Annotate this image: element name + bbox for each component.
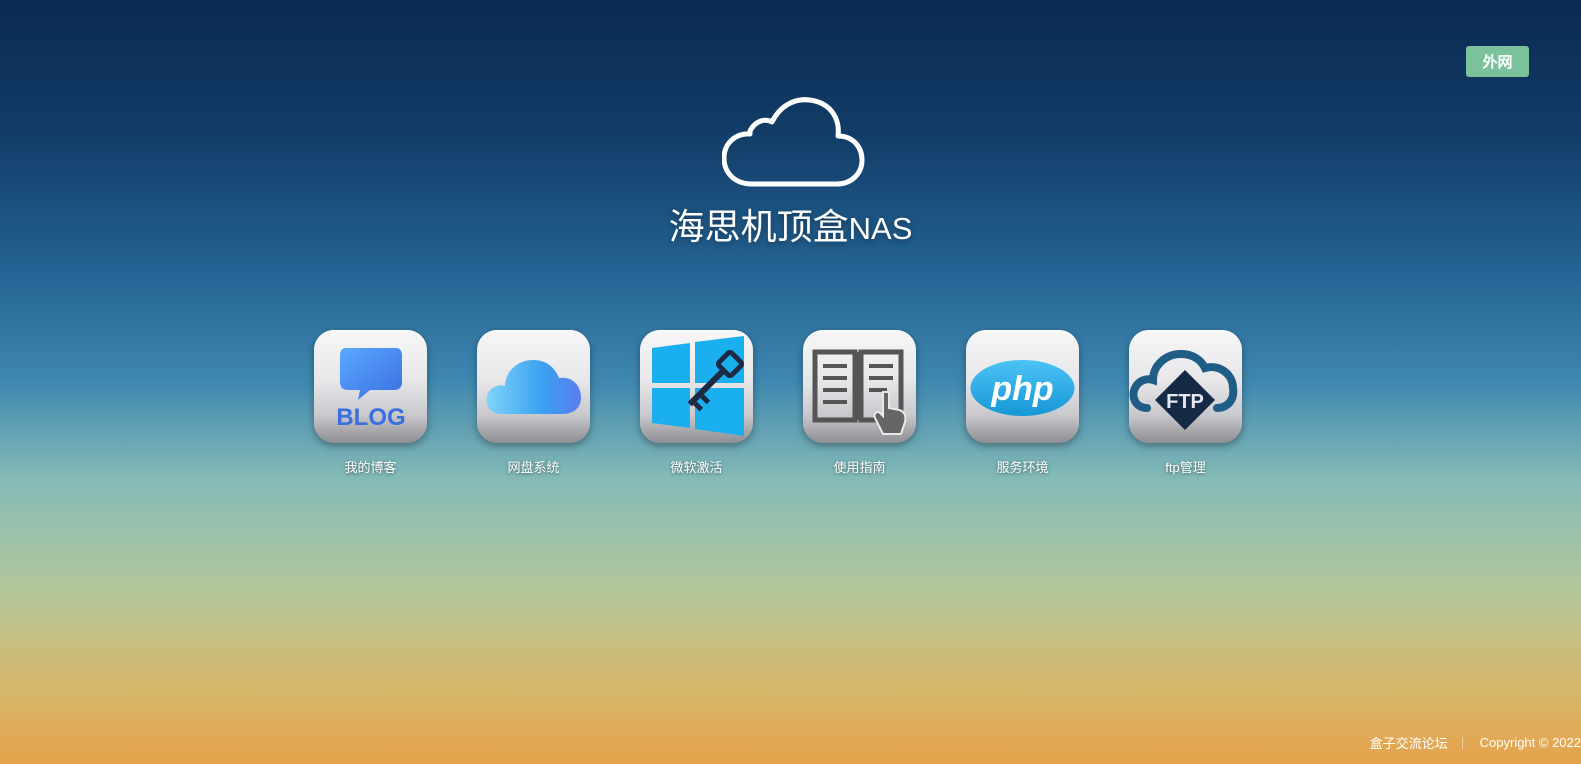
ftp-cloud-icon: FTP	[1129, 349, 1238, 430]
app-ftp[interactable]: FTP ftp管理	[1129, 330, 1242, 476]
blog-icon: BLOG	[336, 348, 406, 431]
app-label: 服务环境	[996, 460, 1049, 475]
app-tile[interactable]	[477, 330, 590, 443]
app-cloud-drive[interactable]: 网盘系统	[477, 330, 590, 476]
title-suffix: NAS	[848, 211, 913, 246]
app-tile[interactable]	[803, 330, 916, 443]
app-php-env[interactable]: php 服务环境	[966, 330, 1079, 476]
app-windows-activation[interactable]: 微软激活	[640, 330, 753, 476]
forum-link[interactable]: 盒子交流论坛	[1370, 733, 1448, 752]
network-toggle-button[interactable]: 外网	[1466, 46, 1529, 77]
cloud-outline-icon	[722, 97, 865, 187]
app-label: 我的博客	[344, 460, 397, 475]
book-guide-icon	[812, 349, 907, 435]
title-main: 海思机顶盒	[668, 206, 849, 247]
app-blog[interactable]: BLOG 我的博客	[314, 330, 427, 476]
app-tile[interactable]: FTP	[1129, 330, 1242, 443]
footer-divider	[1461, 736, 1463, 749]
app-tile[interactable]: php	[966, 330, 1079, 443]
php-icon-text: php	[990, 370, 1053, 408]
blog-icon-text: BLOG	[336, 404, 405, 431]
copyright-text: Copyright © 2022	[1479, 735, 1581, 750]
app-grid: BLOG 我的博客 网盘系统 微软激活 使用指南 php 服务环境 FTP ft…	[314, 330, 1242, 476]
ftp-icon-text: FTP	[1166, 391, 1204, 413]
app-label: ftp管理	[1165, 460, 1206, 475]
app-label: 使用指南	[833, 460, 886, 475]
page-title: 海思机顶盒NAS	[0, 203, 1581, 253]
app-tile[interactable]: BLOG	[314, 330, 427, 443]
windows-key-icon	[652, 336, 744, 436]
php-icon: php	[970, 360, 1075, 416]
app-label: 网盘系统	[507, 460, 560, 475]
app-guide[interactable]: 使用指南	[803, 330, 916, 476]
app-tile[interactable]	[640, 330, 753, 443]
icloud-icon	[486, 360, 581, 414]
app-label: 微软激活	[670, 460, 723, 475]
footer: 盒子交流论坛 Copyright © 2022	[1370, 733, 1581, 752]
